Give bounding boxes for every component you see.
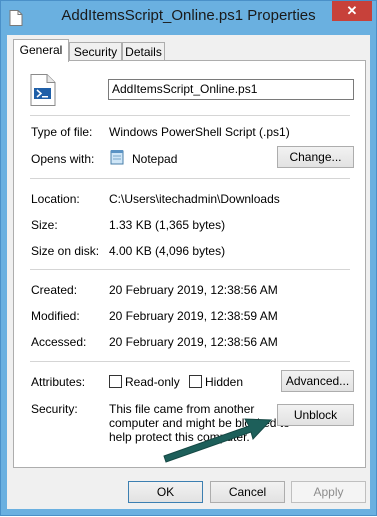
unblock-button[interactable]: Unblock (277, 404, 354, 426)
annotation-arrow (163, 418, 273, 463)
properties-window: AddItemsScript_Online.ps1 Properties ✕ G… (0, 0, 377, 516)
tab-general[interactable]: General (13, 39, 69, 62)
